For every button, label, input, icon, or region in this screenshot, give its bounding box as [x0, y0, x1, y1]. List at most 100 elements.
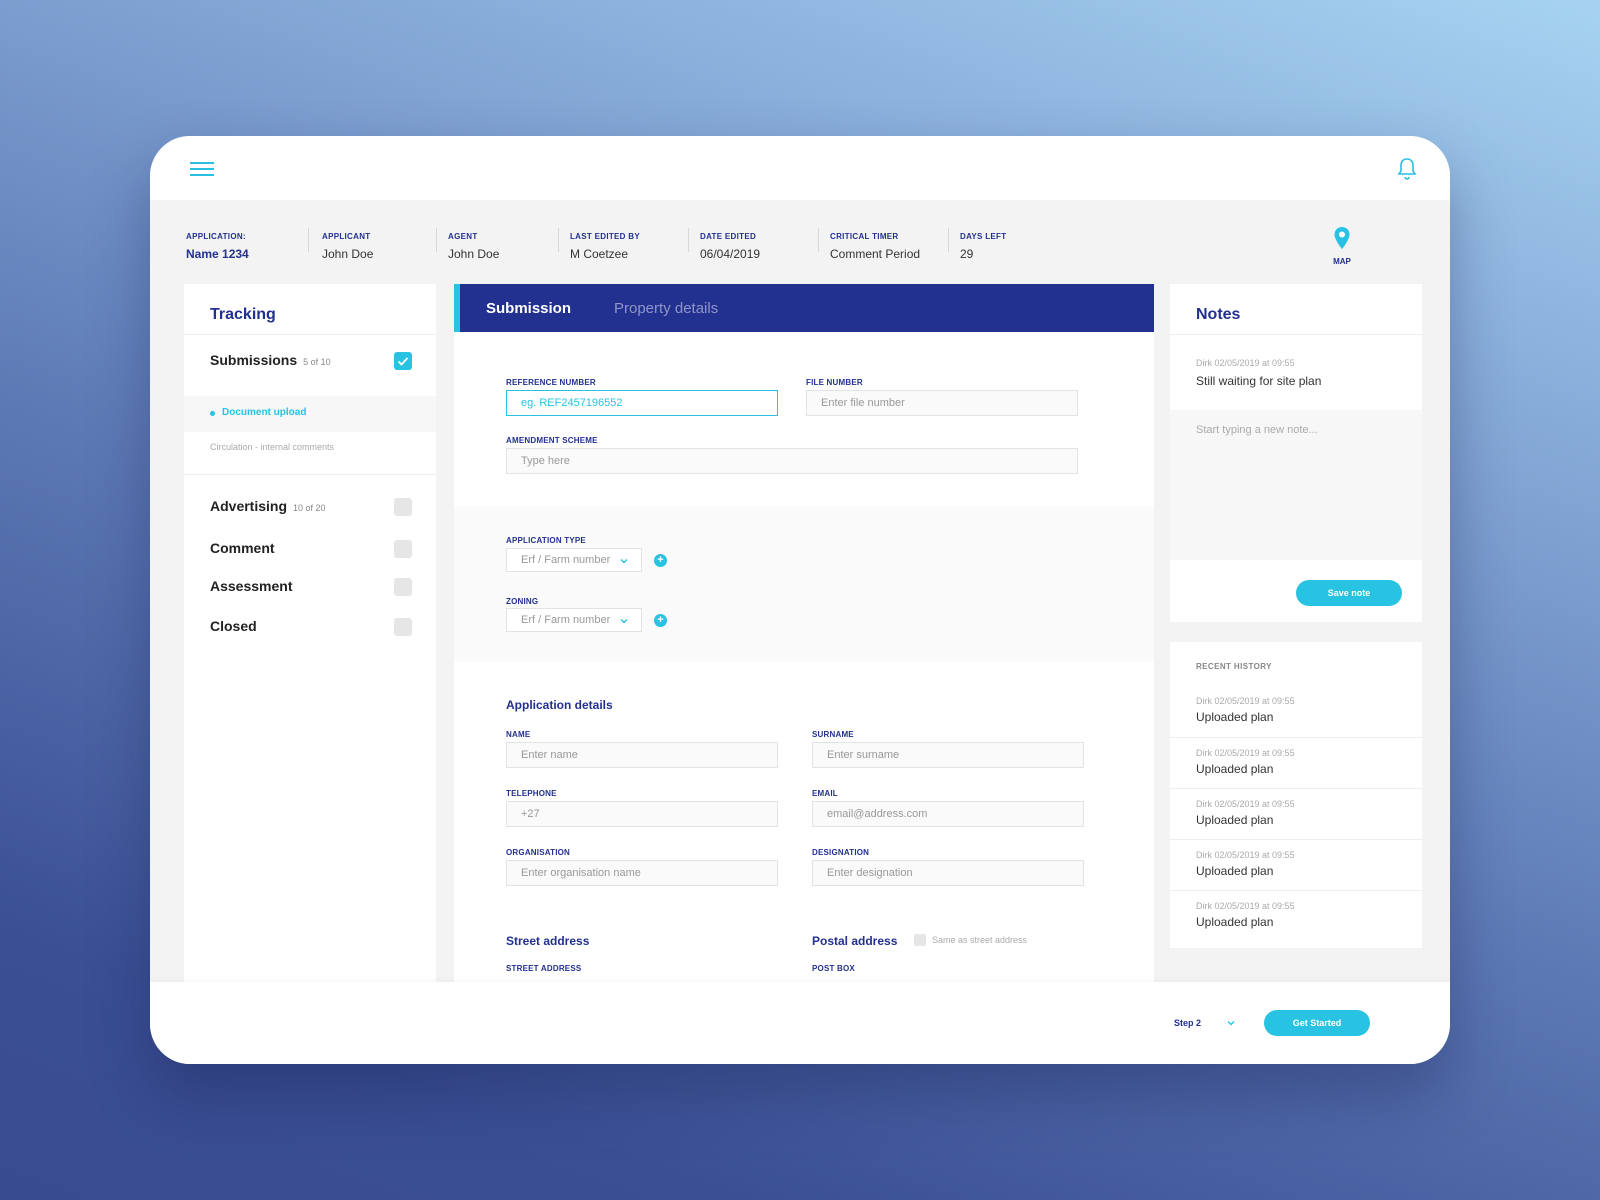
tracking-item-submissions[interactable]: Submissions 5 of 10: [210, 352, 331, 368]
notes-title: Notes: [1196, 306, 1241, 323]
info-application: APPLICATION: Name 1234: [186, 232, 249, 272]
info-label: DAYS LEFT: [960, 232, 1007, 241]
info-critical-timer: CRITICAL TIMER Comment Period: [830, 232, 920, 272]
note-item: Dirk 02/05/2019 at 09:55 Still waiting f…: [1196, 358, 1321, 388]
bottom-bar: Step 2 Get Started: [150, 982, 1450, 1064]
history-meta: Dirk 02/05/2019 at 09:55: [1196, 850, 1295, 860]
type-section: [454, 506, 1154, 662]
closed-checkbox[interactable]: [394, 618, 412, 636]
add-application-type-icon[interactable]: +: [654, 554, 667, 567]
same-as-street-checkbox[interactable]: [914, 934, 926, 946]
history-item: Dirk 02/05/2019 at 09:55 Uploaded plan: [1170, 686, 1422, 737]
name-input[interactable]: Enter name: [506, 742, 778, 768]
history-text: Uploaded plan: [1196, 864, 1274, 878]
info-agent: AGENT John Doe: [448, 232, 499, 272]
info-last-edited: LAST EDITED BY M Coetzee: [570, 232, 640, 272]
save-note-button[interactable]: Save note: [1296, 580, 1402, 606]
tracking-item-label: Advertising: [210, 498, 288, 514]
surname-input[interactable]: Enter surname: [812, 742, 1084, 768]
info-label: AGENT: [448, 232, 478, 241]
divider: [948, 228, 949, 252]
info-label: LAST EDITED BY: [570, 232, 640, 241]
info-value: 06/04/2019: [700, 247, 761, 261]
chevron-down-icon: [620, 559, 628, 564]
organisation-label: ORGANISATION: [506, 848, 571, 857]
post-box-label: POST BOX: [812, 964, 855, 973]
info-days-left: DAYS LEFT 29: [960, 232, 1006, 272]
bullet-icon: [210, 411, 215, 416]
amendment-scheme-input[interactable]: Type here: [506, 448, 1078, 474]
history-meta: Dirk 02/05/2019 at 09:55: [1196, 901, 1295, 911]
divider: [1170, 334, 1422, 335]
application-info-bar: APPLICATION: Name 1234 APPLICANT John Do…: [150, 200, 1450, 280]
organisation-input[interactable]: Enter organisation name: [506, 860, 778, 886]
info-date-edited: DATE EDITED 06/04/2019: [700, 232, 760, 272]
postal-address-title: Postal address: [812, 934, 898, 948]
info-label: CRITICAL TIMER: [830, 232, 899, 241]
chevron-down-icon: [620, 619, 628, 624]
application-details-title: Application details: [506, 698, 613, 712]
info-value: 29: [960, 247, 974, 261]
tracking-title: Tracking: [210, 306, 276, 323]
history-text: Uploaded plan: [1196, 762, 1274, 776]
tab-accent: [454, 284, 460, 332]
tracking-item-advertising[interactable]: Advertising 10 of 20: [210, 498, 326, 514]
tracking-panel: Tracking Submissions 5 of 10 Document upl…: [184, 284, 436, 984]
assessment-checkbox[interactable]: [394, 578, 412, 596]
submissions-checkbox[interactable]: [394, 352, 412, 370]
submission-form: Submission Property details REFERENCE NU…: [454, 284, 1154, 984]
info-value: M Coetzee: [570, 247, 629, 261]
sub-item-active-row[interactable]: Document upload: [184, 396, 436, 432]
history-item: Dirk 02/05/2019 at 09:55 Uploaded plan: [1170, 788, 1422, 839]
application-type-select[interactable]: Erf / Farm number: [506, 548, 642, 572]
note-text: Still waiting for site plan: [1196, 374, 1322, 388]
tracking-item-label: Submissions: [210, 352, 298, 368]
tracking-item-assessment[interactable]: Assessment: [210, 578, 293, 594]
info-value: Comment Period: [830, 247, 921, 261]
file-number-input[interactable]: Enter file number: [806, 390, 1078, 416]
divider: [308, 228, 309, 252]
sub-item-document-upload: Document upload: [222, 407, 307, 418]
new-note-textarea[interactable]: Start typing a new note...: [1170, 410, 1422, 560]
get-started-button[interactable]: Get Started: [1264, 1010, 1370, 1036]
history-meta: Dirk 02/05/2019 at 09:55: [1196, 696, 1295, 706]
info-applicant: APPLICANT John Doe: [322, 232, 373, 272]
tracking-item-comment[interactable]: Comment: [210, 540, 275, 556]
select-value: Erf / Farm number: [521, 554, 611, 566]
history-meta: Dirk 02/05/2019 at 09:55: [1196, 799, 1295, 809]
divider: [436, 228, 437, 252]
add-zoning-icon[interactable]: +: [654, 614, 667, 627]
history-meta: Dirk 02/05/2019 at 09:55: [1196, 748, 1295, 758]
zoning-select[interactable]: Erf / Farm number: [506, 608, 642, 632]
step-select[interactable]: Step 2: [1174, 1018, 1235, 1028]
recent-history-panel: RECENT HISTORY Dirk 02/05/2019 at 09:55 …: [1170, 642, 1422, 948]
comment-checkbox[interactable]: [394, 540, 412, 558]
divider: [688, 228, 689, 252]
reference-number-input[interactable]: eg. REF2457196552: [506, 390, 778, 416]
zoning-label: ZONING: [506, 597, 539, 606]
email-label: EMAIL: [812, 789, 838, 798]
name-label: NAME: [506, 730, 531, 739]
street-address-title: Street address: [506, 934, 590, 948]
history-item: Dirk 02/05/2019 at 09:55 Uploaded plan: [1170, 890, 1422, 941]
select-value: Erf / Farm number: [521, 614, 611, 626]
tracking-item-closed[interactable]: Closed: [210, 618, 257, 634]
top-bar: [150, 136, 1450, 200]
hamburger-menu-icon[interactable]: [190, 162, 214, 176]
tab-submission[interactable]: Submission: [486, 300, 571, 317]
telephone-input[interactable]: +27: [506, 801, 778, 827]
history-item: Dirk 02/05/2019 at 09:55 Uploaded plan: [1170, 737, 1422, 788]
divider: [818, 228, 819, 252]
email-input[interactable]: email@address.com: [812, 801, 1084, 827]
telephone-label: TELEPHONE: [506, 789, 557, 798]
bell-icon[interactable]: [1396, 156, 1420, 180]
designation-input[interactable]: Enter designation: [812, 860, 1084, 886]
info-value: John Doe: [448, 247, 500, 261]
sub-item-circulation[interactable]: Circulation - internal comments: [210, 442, 334, 452]
note-meta: Dirk 02/05/2019 at 09:55: [1196, 358, 1295, 368]
advertising-checkbox[interactable]: [394, 498, 412, 516]
map-button[interactable]: MAP: [1322, 226, 1362, 266]
tab-property-details[interactable]: Property details: [614, 300, 718, 317]
tab-bar: Submission Property details: [454, 284, 1154, 332]
application-type-label: APPLICATION TYPE: [506, 536, 586, 545]
